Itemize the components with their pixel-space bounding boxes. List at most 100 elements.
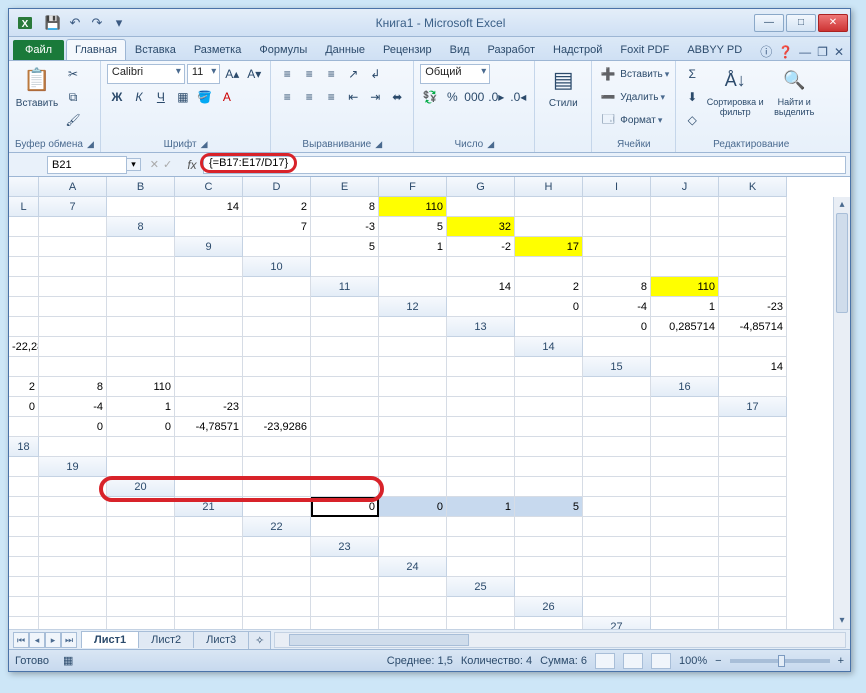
cell-A20[interactable]: [175, 477, 243, 497]
cell-E7[interactable]: 110: [379, 197, 447, 217]
cell-L17[interactable]: [719, 417, 787, 437]
cell-F16[interactable]: [243, 397, 311, 417]
cell-J26[interactable]: [379, 617, 447, 629]
zoom-handle[interactable]: [778, 655, 785, 667]
cell-A17[interactable]: [9, 417, 39, 437]
cell-B18[interactable]: [107, 437, 175, 457]
cell-B15[interactable]: 14: [719, 357, 787, 377]
row-header-21[interactable]: 21: [175, 497, 243, 517]
cell-A14[interactable]: [583, 337, 651, 357]
cell-G14[interactable]: [175, 357, 243, 377]
cell-J24[interactable]: [243, 577, 311, 597]
cell-F13[interactable]: [39, 337, 107, 357]
cell-A26[interactable]: [583, 597, 651, 617]
col-header-H[interactable]: H: [515, 177, 583, 197]
cell-C17[interactable]: 0: [107, 417, 175, 437]
cell-J16[interactable]: [515, 397, 583, 417]
cell-D15[interactable]: 8: [39, 377, 107, 397]
cell-L7[interactable]: [39, 217, 107, 237]
cell-C14[interactable]: [719, 337, 787, 357]
format-painter-button[interactable]: 🖌: [63, 110, 83, 130]
cell-G26[interactable]: [175, 617, 243, 629]
cell-D11[interactable]: 8: [583, 277, 651, 297]
underline-button[interactable]: Ч: [151, 87, 171, 107]
cell-C24[interactable]: [583, 557, 651, 577]
cell-H23[interactable]: [39, 557, 107, 577]
cell-I25[interactable]: [243, 597, 311, 617]
cell-H20[interactable]: [651, 477, 719, 497]
cell-A21[interactable]: [243, 497, 311, 517]
sheet-nav-last-icon[interactable]: ⏭: [61, 632, 77, 648]
cell-K8[interactable]: [39, 237, 107, 257]
cell-H18[interactable]: [515, 437, 583, 457]
tab-foxit[interactable]: Foxit PDF: [611, 39, 678, 60]
cell-I15[interactable]: [379, 377, 447, 397]
cell-L9[interactable]: [175, 257, 243, 277]
cell-H25[interactable]: [175, 597, 243, 617]
cell-G20[interactable]: [583, 477, 651, 497]
cell-I8[interactable]: [719, 217, 787, 237]
font-size-combo[interactable]: 11: [187, 64, 220, 84]
cell-L22[interactable]: [243, 537, 311, 557]
cell-E23[interactable]: [651, 537, 719, 557]
mdi-close-icon[interactable]: ✕: [834, 45, 844, 59]
cell-H26[interactable]: [243, 617, 311, 629]
cell-K22[interactable]: [175, 537, 243, 557]
cell-H17[interactable]: [447, 417, 515, 437]
save-icon[interactable]: 💾: [43, 13, 63, 33]
cell-G23[interactable]: [9, 557, 39, 577]
cell-B7[interactable]: 14: [175, 197, 243, 217]
cell-F14[interactable]: [107, 357, 175, 377]
sheet-nav-first-icon[interactable]: ⏮: [13, 632, 29, 648]
align-center-icon[interactable]: ≡: [299, 87, 319, 107]
cell-E25[interactable]: [9, 597, 39, 617]
zoom-out-icon[interactable]: −: [715, 655, 721, 667]
format-cells-label[interactable]: Формат: [620, 115, 656, 126]
insert-cells-label[interactable]: Вставить: [620, 69, 662, 80]
autosum-icon[interactable]: Σ: [682, 64, 702, 84]
find-select-button[interactable]: 🔍 Найти и выделить: [768, 64, 820, 118]
border-button[interactable]: ▦: [173, 87, 193, 107]
col-header-D[interactable]: D: [243, 177, 311, 197]
cell-A27[interactable]: [651, 617, 719, 629]
row-header-15[interactable]: 15: [583, 357, 651, 377]
cell-B11[interactable]: 14: [447, 277, 515, 297]
cell-D26[interactable]: [9, 617, 39, 629]
cell-K7[interactable]: [9, 217, 39, 237]
cell-I14[interactable]: [311, 357, 379, 377]
cell-K13[interactable]: [379, 337, 447, 357]
cell-D13[interactable]: -4,85714: [719, 317, 787, 337]
cell-A16[interactable]: [719, 377, 787, 397]
cell-I11[interactable]: [107, 297, 175, 317]
maximize-button[interactable]: □: [786, 14, 816, 32]
cell-I21[interactable]: [9, 517, 39, 537]
cell-L26[interactable]: [515, 617, 583, 629]
cell-C10[interactable]: [447, 257, 515, 277]
row-header-18[interactable]: 18: [9, 437, 39, 457]
font-dialog-launcher-icon[interactable]: ◢: [201, 139, 208, 150]
cell-L19[interactable]: [39, 477, 107, 497]
cell-B19[interactable]: [175, 457, 243, 477]
view-normal-button[interactable]: [595, 653, 615, 669]
vscroll-thumb[interactable]: [836, 213, 848, 313]
ribbon-minimize-icon[interactable]: ⓘ: [760, 43, 772, 60]
cell-C12[interactable]: -4: [583, 297, 651, 317]
indent-icon[interactable]: ⇥: [365, 87, 385, 107]
cell-G22[interactable]: [719, 517, 787, 537]
cell-J21[interactable]: [39, 517, 107, 537]
row-header-16[interactable]: 16: [651, 377, 719, 397]
cell-J9[interactable]: [39, 257, 107, 277]
cell-L8[interactable]: [107, 237, 175, 257]
cell-E14[interactable]: [39, 357, 107, 377]
align-right-icon[interactable]: ≡: [321, 87, 341, 107]
tab-data[interactable]: Данные: [316, 39, 374, 60]
cell-H22[interactable]: [9, 537, 39, 557]
cell-D20[interactable]: [379, 477, 447, 497]
outdent-icon[interactable]: ⇤: [343, 87, 363, 107]
fill-color-button[interactable]: 🪣: [195, 87, 215, 107]
cell-J15[interactable]: [447, 377, 515, 397]
cell-B27[interactable]: [719, 617, 787, 629]
align-left-icon[interactable]: ≡: [277, 87, 297, 107]
cell-B13[interactable]: 0: [583, 317, 651, 337]
cell-E11[interactable]: 110: [651, 277, 719, 297]
